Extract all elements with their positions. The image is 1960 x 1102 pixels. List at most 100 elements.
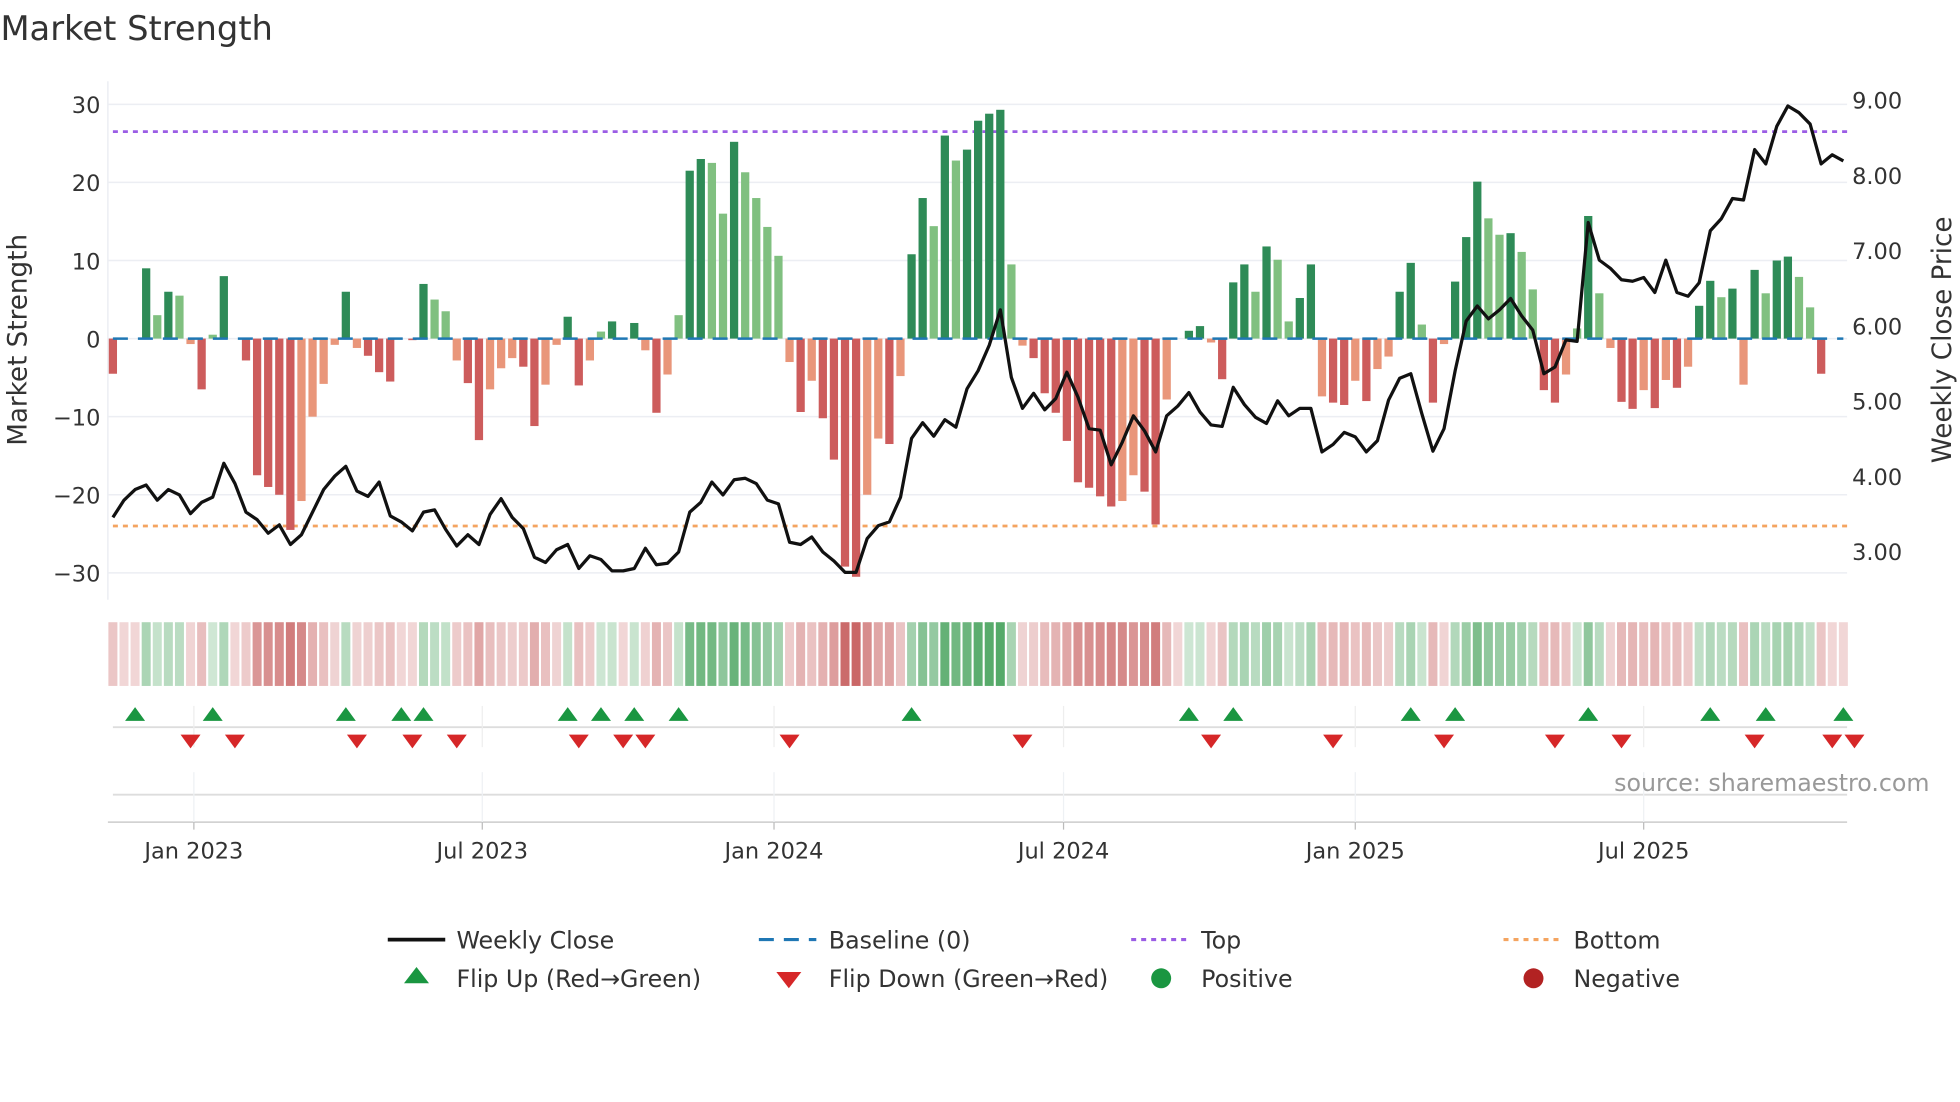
strength-bar bbox=[874, 338, 883, 439]
strength-bar bbox=[696, 158, 705, 339]
strength-bar bbox=[352, 338, 362, 348]
strength-bar bbox=[1495, 234, 1504, 339]
strip-cell bbox=[796, 622, 806, 686]
strength-bar bbox=[1251, 291, 1260, 339]
strip-cell bbox=[496, 622, 506, 686]
strip-cell bbox=[1073, 622, 1083, 686]
strip-cell bbox=[762, 622, 772, 686]
strip-cell bbox=[1539, 622, 1549, 686]
strength-bars bbox=[108, 109, 1826, 577]
y2-tick-label: 6.00 bbox=[1852, 314, 1902, 340]
strip-cell bbox=[1428, 622, 1438, 686]
strip-cell bbox=[352, 622, 362, 686]
strength-bar bbox=[752, 198, 761, 339]
strength-bar bbox=[1506, 233, 1515, 339]
flip-down-marker bbox=[1201, 734, 1222, 749]
strength-bar bbox=[363, 338, 373, 356]
strip-cell bbox=[308, 622, 318, 686]
strength-bar bbox=[197, 338, 206, 390]
strength-bar bbox=[1606, 338, 1615, 348]
strength-bar bbox=[1140, 338, 1149, 492]
strength-bar bbox=[452, 338, 461, 361]
strip-cell bbox=[1051, 622, 1061, 686]
strip-cell bbox=[1683, 622, 1693, 686]
strength-bar bbox=[1417, 324, 1426, 339]
strip-cell bbox=[629, 622, 639, 686]
strip-cell bbox=[1250, 622, 1260, 686]
strip-cell bbox=[840, 622, 850, 686]
strip-cell bbox=[1672, 622, 1682, 686]
strength-bar bbox=[1096, 338, 1105, 497]
x-tick-label: Jan 2024 bbox=[723, 838, 824, 864]
strip-cell bbox=[707, 622, 717, 686]
strength-bar bbox=[1683, 338, 1693, 367]
strength-bar bbox=[1617, 338, 1626, 402]
strip-cell bbox=[884, 622, 894, 686]
strip-cell bbox=[1117, 622, 1127, 686]
strip-cell bbox=[1239, 622, 1249, 686]
strip-cell bbox=[1661, 622, 1671, 686]
strength-bar bbox=[1661, 338, 1670, 380]
strength-bar bbox=[108, 338, 118, 374]
strength-bar bbox=[641, 338, 650, 351]
strength-bar bbox=[286, 338, 295, 530]
strip-cell bbox=[529, 622, 539, 686]
strip-cell bbox=[1494, 622, 1504, 686]
flip-down-marker bbox=[402, 734, 423, 749]
strip-cell bbox=[130, 622, 140, 686]
strength-bar bbox=[1650, 338, 1659, 409]
strip-cell bbox=[729, 622, 739, 686]
strength-bar bbox=[341, 291, 350, 339]
strip-cell bbox=[1106, 622, 1116, 686]
y2-tick-label: 5.00 bbox=[1852, 390, 1902, 416]
strip-cell bbox=[541, 622, 551, 686]
strength-bar bbox=[1306, 264, 1316, 339]
strength-bar bbox=[1118, 338, 1127, 502]
y-tick-label: −30 bbox=[53, 562, 100, 588]
flip-down-marker bbox=[1544, 734, 1565, 749]
strength-bar bbox=[774, 255, 783, 339]
strip-cell bbox=[441, 622, 451, 686]
strip-cell bbox=[895, 622, 905, 686]
strip-cell bbox=[984, 622, 994, 686]
strength-bar bbox=[1317, 338, 1327, 397]
strip-cell bbox=[951, 622, 961, 686]
flip-down-marker bbox=[1822, 734, 1843, 749]
flip-markers bbox=[112, 705, 1865, 749]
strength-bar bbox=[519, 338, 528, 367]
strength-bar bbox=[430, 299, 439, 339]
strip-cell bbox=[452, 622, 462, 686]
flip-down-marker bbox=[1012, 734, 1033, 749]
strength-bar bbox=[907, 254, 916, 339]
legend-baseline: Baseline (0) bbox=[829, 926, 971, 954]
strip-cell bbox=[518, 622, 528, 686]
strength-bar bbox=[1162, 338, 1171, 400]
strength-bar bbox=[1007, 264, 1016, 339]
y-tick-label: −20 bbox=[53, 484, 100, 510]
y2-tick-label: 3.00 bbox=[1852, 540, 1902, 566]
strip-cell bbox=[407, 622, 417, 686]
strength-bar bbox=[441, 311, 450, 339]
strip-cell bbox=[1827, 622, 1837, 686]
strength-bar bbox=[1262, 246, 1271, 339]
strength-bar bbox=[552, 338, 561, 345]
flip-down-marker bbox=[1611, 734, 1632, 749]
source-credit: source: sharemaestro.com bbox=[1614, 769, 1929, 797]
flip-up-marker bbox=[413, 707, 434, 721]
strength-bar bbox=[530, 338, 539, 427]
flip-up-marker bbox=[202, 707, 223, 721]
flip-up-marker bbox=[1445, 707, 1466, 721]
strip-cell bbox=[1650, 622, 1660, 686]
strength-bar bbox=[818, 338, 827, 419]
strip-cell bbox=[263, 622, 273, 686]
flip-up-marker bbox=[335, 707, 356, 721]
market-strength-chart: Market Strength Jan 2023 Jul 2023 Jan 2024… bbox=[0, 9, 1957, 993]
strip-cell bbox=[1017, 622, 1027, 686]
strip-cell bbox=[785, 622, 795, 686]
flip-down-marker bbox=[446, 734, 467, 749]
x-axis: Jan 2023 Jul 2023 Jan 2024 Jul 2024 Jan 2025… bbox=[107, 772, 1848, 864]
x-tick-label: Jul 2024 bbox=[1016, 838, 1109, 864]
strength-bar bbox=[785, 338, 794, 363]
x-tick-label: Jul 2025 bbox=[1596, 838, 1689, 864]
strip-cell bbox=[1095, 622, 1105, 686]
